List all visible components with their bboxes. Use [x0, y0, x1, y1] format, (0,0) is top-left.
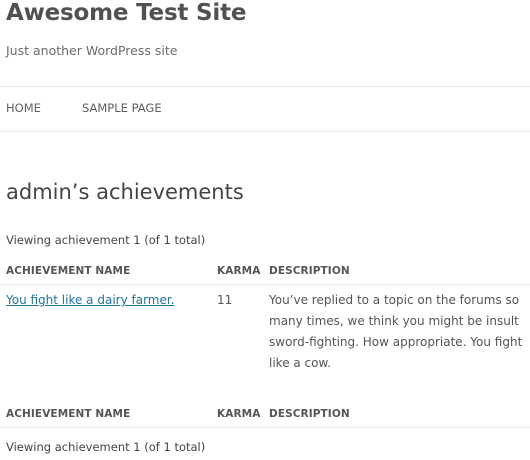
table-footer-divider	[0, 427, 530, 428]
achievement-karma: 11	[217, 293, 233, 307]
achievement-name-link[interactable]: You fight like a dairy farmer.	[6, 293, 175, 307]
page-title: admin’s achievements	[6, 180, 244, 204]
header-divider	[0, 86, 530, 87]
column-header-description: DESCRIPTION	[269, 265, 350, 277]
achievement-description: You’ve replied to a topic on the forums …	[269, 293, 523, 370]
site-title[interactable]: Awesome Test Site	[6, 0, 246, 26]
pagination-count-bottom: Viewing achievement 1 (of 1 total)	[6, 440, 206, 454]
pagination-count-top: Viewing achievement 1 (of 1 total)	[6, 233, 206, 247]
footer-column-description: DESCRIPTION	[269, 408, 350, 420]
footer-column-name: ACHIEVEMENT NAME	[6, 408, 131, 420]
column-header-name: ACHIEVEMENT NAME	[6, 265, 131, 277]
site-description: Just another WordPress site	[6, 43, 178, 58]
column-header-karma: KARMA	[217, 265, 261, 277]
nav-item-sample-page[interactable]: SAMPLE PAGE	[82, 101, 162, 115]
nav-divider	[0, 131, 530, 132]
footer-column-karma: KARMA	[217, 408, 261, 420]
nav-item-home[interactable]: HOME	[6, 101, 41, 115]
table-header-divider	[0, 284, 530, 285]
